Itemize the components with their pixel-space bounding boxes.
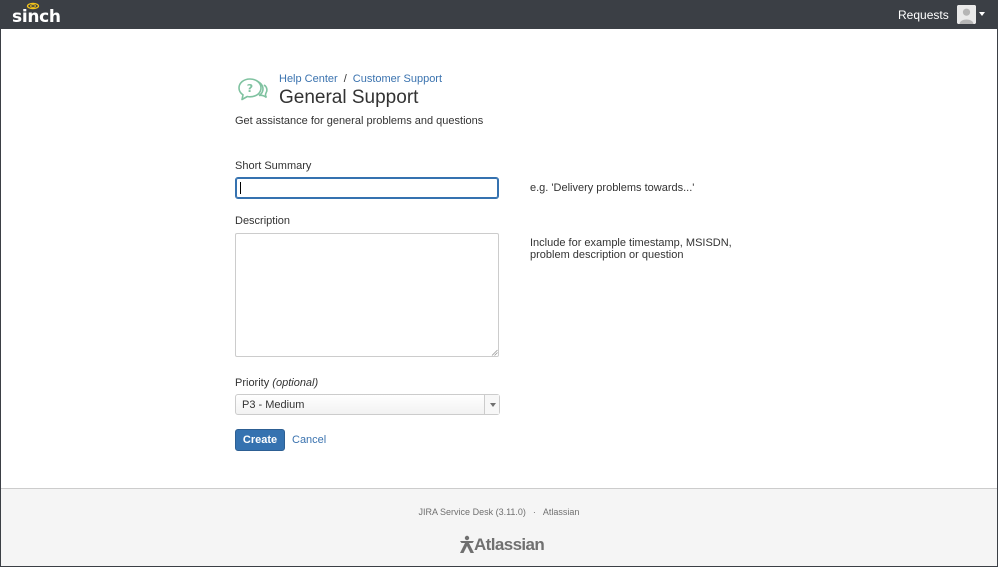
- footer-company[interactable]: Atlassian: [543, 507, 580, 517]
- logo-text: sinch: [12, 7, 61, 27]
- requests-link[interactable]: Requests: [898, 8, 949, 22]
- priority-label-text: Priority: [235, 377, 270, 389]
- breadcrumb-help-center[interactable]: Help Center: [279, 73, 338, 85]
- user-menu-button[interactable]: [957, 5, 987, 25]
- chevron-down-icon: [979, 12, 985, 16]
- breadcrumb-separator: /: [343, 73, 347, 85]
- footer-product[interactable]: JIRA Service Desk (3.11.0): [419, 507, 526, 517]
- breadcrumb: Help Center / Customer Support: [279, 73, 442, 85]
- help-chat-icon: ?: [237, 77, 269, 103]
- breadcrumb-customer-support[interactable]: Customer Support: [353, 73, 442, 85]
- summary-label: Short Summary: [235, 160, 312, 172]
- page-description: Get assistance for general problems and …: [235, 115, 484, 127]
- priority-select[interactable]: P3 - Medium: [235, 394, 500, 415]
- priority-optional-text: (optional): [272, 377, 319, 389]
- priority-selected-value: P3 - Medium: [242, 399, 305, 411]
- summary-input[interactable]: [235, 177, 499, 199]
- create-button[interactable]: Create: [235, 429, 285, 451]
- footer: JIRA Service Desk (3.11.0) · Atlassian Atl…: [1, 488, 997, 566]
- description-hint: Include for example timestamp, MSISDN, p…: [530, 237, 732, 261]
- priority-label: Priority (optional): [235, 377, 318, 389]
- description-hint-line2: problem description or question: [530, 249, 684, 261]
- svg-text:?: ?: [247, 82, 253, 95]
- footer-separator: ·: [532, 507, 536, 517]
- chevron-down-icon: [490, 403, 496, 407]
- description-label: Description: [235, 215, 291, 227]
- page-title: General Support: [279, 87, 419, 108]
- top-navigation-bar: sinch Requests: [1, 1, 997, 29]
- priority-dropdown-toggle[interactable]: [484, 395, 499, 414]
- summary-hint: e.g. 'Delivery problems towards...': [530, 182, 695, 194]
- cancel-link[interactable]: Cancel: [292, 434, 326, 446]
- footer-text: JIRA Service Desk (3.11.0) · Atlassian: [1, 507, 997, 517]
- user-avatar-icon: [957, 5, 976, 24]
- description-hint-line1: Include for example timestamp, MSISDN,: [530, 237, 732, 249]
- resize-handle-icon[interactable]: [491, 349, 498, 356]
- atlassian-logo-text: Atlassian: [474, 535, 545, 554]
- text-cursor: [240, 182, 241, 194]
- description-textarea[interactable]: [235, 233, 499, 357]
